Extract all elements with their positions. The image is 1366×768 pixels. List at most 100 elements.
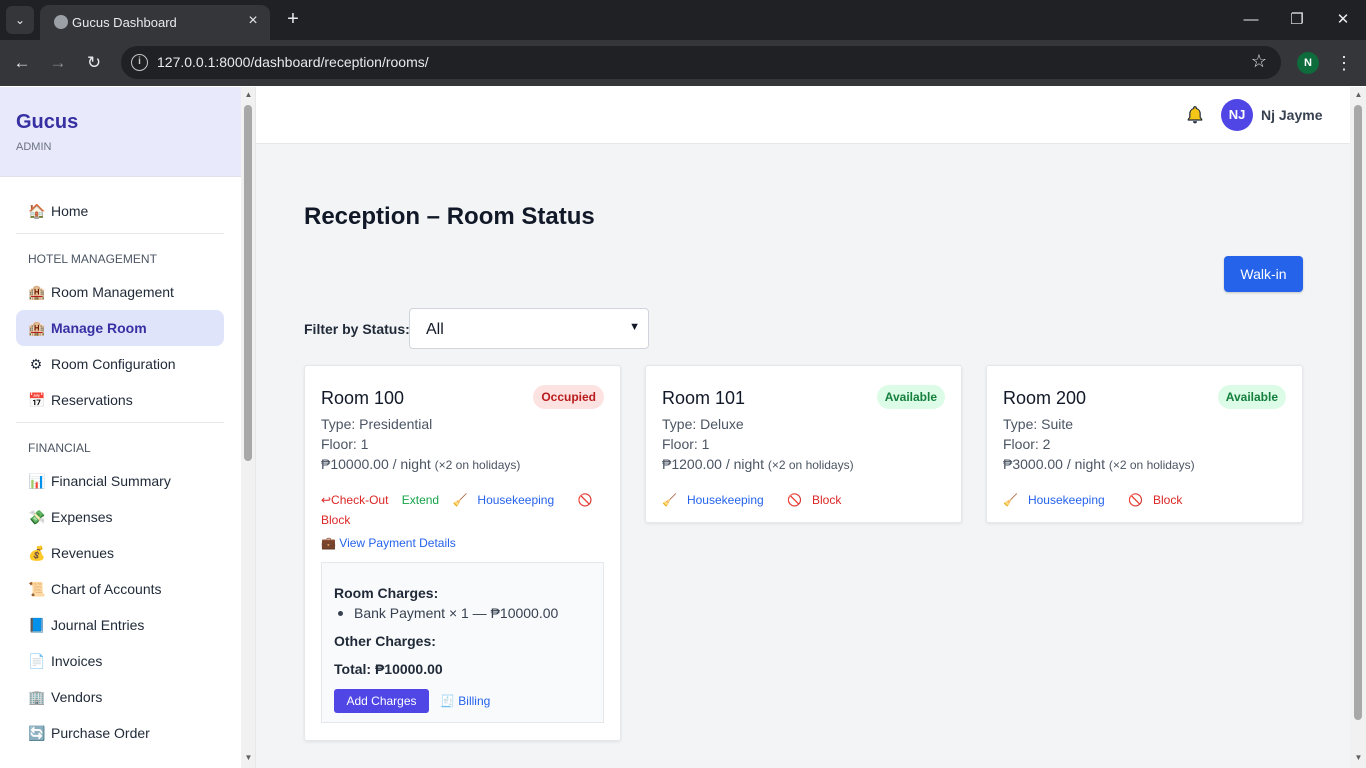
- sidebar-item-label: Manage Room: [51, 320, 147, 336]
- divider: [16, 233, 224, 234]
- document-icon: 📄: [28, 653, 46, 669]
- room-name: Room 100: [321, 388, 405, 408]
- bookmark-star-icon[interactable]: ☆: [1251, 51, 1267, 72]
- money-wings-icon: 💸: [28, 509, 46, 525]
- block-link[interactable]: 🚫 Block: [787, 493, 851, 507]
- list-bullet: [338, 611, 343, 616]
- billing-link[interactable]: 🧾 Billing: [440, 694, 490, 708]
- globe-icon: [54, 15, 68, 29]
- scroll-down-icon[interactable]: ▼: [1354, 753, 1363, 762]
- broom-icon: 🧹: [1003, 493, 1018, 507]
- divider: [16, 422, 224, 423]
- sidebar-item-financial-summary[interactable]: 📊 Financial Summary: [16, 463, 224, 499]
- minimize-icon[interactable]: —: [1238, 8, 1264, 32]
- user-name[interactable]: Nj Jayme: [1261, 107, 1322, 123]
- book-icon: 📘: [28, 617, 46, 633]
- block-icon: 🚫: [787, 493, 802, 507]
- room-actions: ↩Check-Out Extend 🧹 Housekeeping 🚫 Block: [321, 490, 606, 530]
- charges-total: Total: ₱10000.00: [334, 661, 443, 677]
- status-filter-select[interactable]: All ▼: [409, 308, 649, 349]
- block-link[interactable]: Block: [321, 513, 350, 527]
- block-label: Block: [811, 493, 842, 507]
- sidebar-item-revenues[interactable]: 💰 Revenues: [16, 535, 224, 571]
- page-scrollbar[interactable]: ▲ ▼: [1350, 87, 1366, 768]
- sidebar-item-home[interactable]: 🏠 Home: [16, 193, 224, 229]
- sidebar-item-label: Purchase Order: [51, 725, 150, 741]
- scrollbar-thumb[interactable]: [1354, 105, 1362, 720]
- walk-in-button[interactable]: Walk-in: [1224, 256, 1303, 292]
- room-name: Room 101: [662, 388, 746, 408]
- scroll-up-icon[interactable]: ▲: [1354, 90, 1363, 99]
- holiday-note: (×2 on holidays): [434, 458, 521, 472]
- add-charges-button[interactable]: Add Charges: [334, 689, 429, 713]
- housekeeping-label: Housekeeping: [477, 493, 555, 507]
- close-tab-icon[interactable]: ×: [244, 12, 262, 30]
- room-card: Room 200 Available Type: Suite Floor: 2 …: [986, 365, 1303, 523]
- sidebar-item-invoices[interactable]: 📄 Invoices: [16, 643, 224, 679]
- browser-tab-bar: ⌄ Gucus Dashboard × + — ❐ ✕: [0, 0, 1366, 40]
- block-label: Block: [1152, 493, 1183, 507]
- page-viewport: Gucus ADMIN 🏠 Home HOTEL MANAGEMENT 🏨 Ro…: [0, 87, 1366, 768]
- brand-name[interactable]: Gucus: [16, 111, 78, 134]
- sidebar-item-label: Chart of Accounts: [51, 581, 162, 597]
- room-actions: 🧹 Housekeeping 🚫 Block: [662, 490, 947, 510]
- site-info-icon[interactable]: i: [131, 54, 148, 71]
- home-icon: 🏠: [28, 203, 46, 219]
- block-link[interactable]: 🚫 Block: [1128, 493, 1192, 507]
- scroll-up-icon[interactable]: ▲: [244, 90, 253, 99]
- housekeeping-label: Housekeeping: [686, 493, 764, 507]
- status-badge: Occupied: [533, 385, 604, 409]
- restore-icon[interactable]: ❐: [1284, 8, 1310, 32]
- close-window-icon[interactable]: ✕: [1330, 8, 1356, 32]
- extend-link[interactable]: Extend: [402, 493, 439, 507]
- browser-menu-icon[interactable]: ⋮: [1334, 50, 1354, 76]
- brand-header: Gucus ADMIN: [0, 87, 241, 177]
- reload-icon[interactable]: ↻: [81, 50, 107, 76]
- sidebar-item-label: Financial Summary: [51, 473, 171, 489]
- housekeeping-link[interactable]: 🧹 Housekeeping: [452, 493, 564, 507]
- rate-value: ₱1200.00 / night: [662, 456, 764, 472]
- url-text[interactable]: 127.0.0.1:8000/dashboard/reception/rooms…: [157, 54, 429, 70]
- holiday-note: (×2 on holidays): [767, 458, 854, 472]
- view-payment-details-link[interactable]: 💼 View Payment Details: [321, 536, 456, 550]
- briefcase-icon: 💼: [321, 536, 336, 550]
- sidebar: Gucus ADMIN 🏠 Home HOTEL MANAGEMENT 🏨 Ro…: [0, 87, 241, 768]
- sidebar-item-journal-entries[interactable]: 📘 Journal Entries: [16, 607, 224, 643]
- sidebar-item-chart-of-accounts[interactable]: 📜 Chart of Accounts: [16, 571, 224, 607]
- tab-search-chevron-icon[interactable]: ⌄: [6, 6, 34, 34]
- gear-icon: ⚙: [29, 356, 43, 372]
- notification-bell-icon[interactable]: [1185, 105, 1205, 125]
- sidebar-item-room-management[interactable]: 🏨 Room Management: [16, 274, 224, 310]
- housekeeping-link[interactable]: 🧹 Housekeeping: [1003, 493, 1115, 507]
- sidebar-item-manage-room[interactable]: 🏨 Manage Room: [16, 310, 224, 346]
- address-bar[interactable]: i 127.0.0.1:8000/dashboard/reception/roo…: [121, 46, 1281, 79]
- sidebar-scrollbar[interactable]: ▲ ▼: [241, 87, 256, 768]
- room-type: Type: Suite: [1003, 416, 1074, 432]
- calendar-icon: 📅: [28, 392, 46, 408]
- sidebar-item-purchase-order[interactable]: 🔄 Purchase Order: [16, 715, 224, 751]
- sidebar-item-reservations[interactable]: 📅 Reservations: [16, 382, 224, 418]
- scrollbar-thumb[interactable]: [244, 105, 252, 461]
- main-content: NJ Nj Jayme Reception – Room Status Walk…: [256, 87, 1350, 768]
- sidebar-item-vendors[interactable]: 🏢 Vendors: [16, 679, 224, 715]
- sidebar-item-room-configuration[interactable]: ⚙ Room Configuration: [16, 346, 224, 382]
- hotel-icon: 🏨: [28, 284, 46, 300]
- check-out-link[interactable]: ↩Check-Out: [321, 493, 388, 507]
- room-rate: ₱3000.00 / night (×2 on holidays): [1003, 456, 1195, 472]
- housekeeping-link[interactable]: 🧹 Housekeeping: [662, 493, 774, 507]
- scroll-icon: 📜: [28, 581, 46, 597]
- block-icon[interactable]: 🚫: [577, 493, 592, 507]
- sidebar-item-expenses[interactable]: 💸 Expenses: [16, 499, 224, 535]
- money-bag-icon: 💰: [28, 545, 46, 561]
- browser-tab[interactable]: Gucus Dashboard ×: [40, 5, 270, 40]
- profile-avatar[interactable]: N: [1297, 52, 1319, 74]
- page-title: Reception – Room Status: [304, 203, 595, 230]
- avatar[interactable]: NJ: [1221, 99, 1253, 131]
- billing-label: Billing: [458, 694, 491, 708]
- scroll-down-icon[interactable]: ▼: [244, 753, 253, 762]
- section-hotel-management: HOTEL MANAGEMENT: [28, 252, 157, 266]
- forward-icon[interactable]: →: [45, 50, 71, 76]
- receipt-icon: 🧾: [440, 694, 455, 708]
- back-icon[interactable]: ←: [9, 50, 35, 76]
- new-tab-icon[interactable]: +: [282, 8, 304, 30]
